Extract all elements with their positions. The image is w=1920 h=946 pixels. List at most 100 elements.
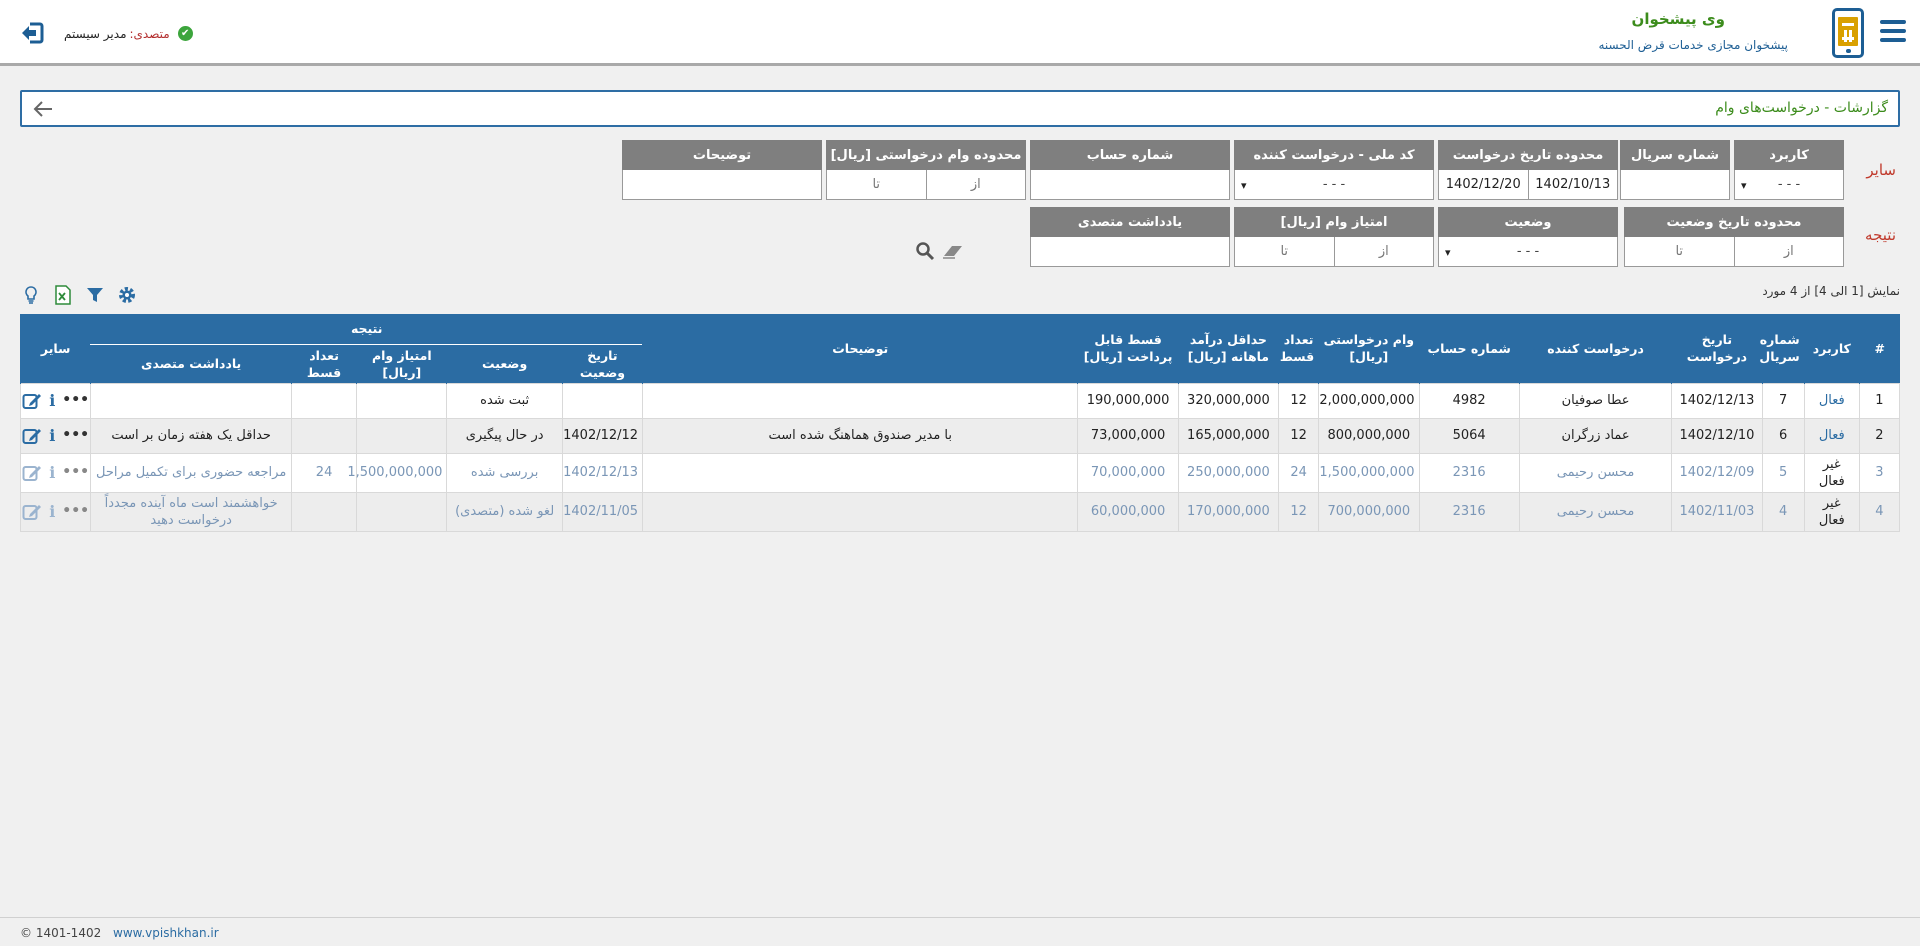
col-serial[interactable]: شماره سریال bbox=[1759, 314, 1805, 383]
row-actions-cell: ••• i bbox=[19, 452, 92, 493]
serial-input[interactable] bbox=[1621, 170, 1729, 199]
row-actions-cell: ••• i bbox=[19, 382, 92, 419]
cell-payable-installment: 190,000,000 bbox=[1077, 382, 1179, 419]
gear-icon[interactable] bbox=[116, 284, 138, 306]
filter-national-code-label: کد ملی - درخواست کننده bbox=[1234, 140, 1434, 170]
cell-result-installments bbox=[290, 382, 358, 419]
cell-index: 2 bbox=[1858, 417, 1901, 454]
table-row[interactable]: 4 غیر فعال 4 1402/11/03 محسن رحیمی 2316 700,00… bbox=[19, 491, 1901, 532]
search-icon[interactable] bbox=[914, 240, 936, 262]
table-row[interactable]: 2 فعال 6 1402/12/10 عماد زرگران 5064 800,000,0… bbox=[19, 417, 1901, 454]
national-code-select[interactable]: - - - ▾ bbox=[1235, 170, 1433, 199]
row-actions-cell: ••• i bbox=[19, 491, 92, 532]
cell-serial: 6 bbox=[1761, 417, 1805, 454]
col-requested-loan[interactable]: وام درخواستی [ریال] bbox=[1318, 314, 1419, 383]
cell-loan-score bbox=[356, 382, 448, 419]
site-link[interactable]: www.vpishkhan.ir bbox=[113, 926, 219, 940]
cell-requester: محسن رحیمی bbox=[1518, 491, 1673, 532]
col-user-type[interactable]: کاربرد bbox=[1803, 314, 1860, 383]
cell-status: در حال پیگیری bbox=[446, 417, 563, 454]
more-icon[interactable]: ••• bbox=[62, 427, 89, 444]
cell-account: 2316 bbox=[1418, 491, 1520, 532]
filter-icon[interactable] bbox=[84, 284, 106, 306]
cell-requested-loan: 800,000,000 bbox=[1318, 417, 1420, 454]
col-description[interactable]: توضیحات bbox=[642, 314, 1078, 383]
col-status-date[interactable]: تاریخ وضعیت bbox=[561, 344, 643, 383]
description-input[interactable] bbox=[623, 170, 821, 199]
cell-account: 2316 bbox=[1418, 452, 1520, 493]
edit-icon[interactable] bbox=[22, 392, 42, 410]
col-installments[interactable]: تعداد قسط bbox=[1278, 314, 1319, 383]
cell-min-income: 250,000,000 bbox=[1177, 452, 1280, 493]
cell-serial: 7 bbox=[1761, 382, 1805, 419]
excel-icon[interactable] bbox=[52, 284, 74, 306]
cell-user-type: فعال bbox=[1803, 382, 1860, 419]
info-icon[interactable]: i bbox=[49, 427, 55, 444]
filter-request-date: محدوده تاریخ درخواست 1402/10/13 1402/12/… bbox=[1438, 140, 1618, 200]
edit-icon[interactable] bbox=[22, 427, 42, 445]
more-icon[interactable]: ••• bbox=[62, 392, 89, 409]
filter-operator-note: یادداشت متصدی bbox=[1030, 207, 1230, 267]
cell-requested-loan: 2,000,000,000 bbox=[1318, 382, 1420, 419]
col-index[interactable]: # bbox=[1858, 314, 1900, 383]
cell-description bbox=[642, 382, 1079, 419]
request-date-to-input[interactable]: 1402/12/20 bbox=[1439, 170, 1528, 199]
user-type-select[interactable]: - - - ▾ bbox=[1735, 170, 1843, 199]
col-account[interactable]: شماره حساب bbox=[1418, 314, 1520, 383]
logout-icon[interactable] bbox=[20, 22, 44, 44]
info-icon[interactable]: i bbox=[49, 503, 55, 520]
col-request-date[interactable]: تاریخ درخواست bbox=[1671, 314, 1763, 383]
info-icon[interactable]: i bbox=[49, 464, 55, 481]
edit-icon[interactable] bbox=[22, 503, 42, 521]
cell-request-date: 1402/12/09 bbox=[1671, 452, 1763, 493]
copyright: © 1401-1402 bbox=[20, 926, 102, 940]
table-row[interactable]: 3 غیر فعال 5 1402/12/09 محسن رحیمی 2316 1,500,… bbox=[19, 452, 1901, 493]
col-status[interactable]: وضعیت bbox=[446, 344, 563, 383]
operator-note-input[interactable] bbox=[1031, 237, 1229, 266]
status-select[interactable]: - - - ▾ bbox=[1439, 237, 1617, 266]
cell-loan-score bbox=[356, 417, 448, 454]
user-name: مدیر سیستم bbox=[64, 26, 127, 41]
page-footer: © 1401-1402 www.vpishkhan.ir bbox=[0, 917, 1920, 946]
cell-operator-note: حداقل یک هفته زمان بر است bbox=[90, 417, 292, 454]
request-date-from-input[interactable]: 1402/10/13 bbox=[1527, 170, 1618, 199]
col-result-installments[interactable]: تعداد قسط bbox=[290, 344, 357, 383]
col-payable-installment[interactable]: قسط قابل پرداخت [ریال] bbox=[1077, 314, 1179, 383]
table-row[interactable]: 1 فعال 7 1402/12/13 عطا صوفیان 4982 2,000,000,… bbox=[19, 382, 1901, 419]
filter-actions bbox=[914, 240, 964, 262]
loan-score-to-input[interactable]: تا bbox=[1235, 237, 1334, 266]
cell-min-income: 165,000,000 bbox=[1177, 417, 1280, 454]
brand-subtitle: پیشخوان مجازی خدمات قرض الحسنه bbox=[1598, 38, 1789, 52]
cell-payable-installment: 60,000,000 bbox=[1077, 491, 1179, 532]
cell-description: با مدیر صندوق هماهنگ شده است bbox=[642, 417, 1079, 454]
more-icon[interactable]: ••• bbox=[62, 503, 89, 520]
cell-status: بررسی شده bbox=[446, 452, 563, 493]
status-date-from-input[interactable]: از bbox=[1733, 237, 1844, 266]
loan-range-from-input[interactable]: از bbox=[925, 170, 1026, 199]
col-requester[interactable]: درخواست کننده bbox=[1518, 314, 1672, 383]
edit-icon[interactable] bbox=[22, 464, 42, 482]
lightbulb-icon[interactable] bbox=[20, 284, 42, 306]
filter-request-date-label: محدوده تاریخ درخواست bbox=[1438, 140, 1618, 170]
status-date-to-input[interactable]: تا bbox=[1625, 237, 1734, 266]
eraser-icon[interactable] bbox=[942, 240, 964, 262]
national-code-value: - - - bbox=[1322, 177, 1346, 192]
cell-user-type: فعال bbox=[1803, 417, 1860, 454]
cell-payable-installment: 73,000,000 bbox=[1077, 417, 1179, 454]
col-loan-score[interactable]: امتیاز وام [ریال] bbox=[356, 344, 447, 383]
filter-account-label: شماره حساب bbox=[1030, 140, 1230, 170]
filter-section-result: نتیجه bbox=[1865, 226, 1896, 244]
page-title-bar: گزارشات - درخواست‌های وام bbox=[20, 90, 1900, 127]
col-operator-note[interactable]: یادداشت متصدی bbox=[90, 344, 292, 383]
filter-status: وضعیت - - - ▾ bbox=[1438, 207, 1618, 267]
cell-result-installments bbox=[290, 417, 358, 454]
hamburger-icon[interactable] bbox=[1880, 20, 1906, 42]
info-icon[interactable]: i bbox=[49, 392, 55, 409]
arrow-left-icon[interactable] bbox=[32, 99, 54, 119]
loan-range-to-input[interactable]: تا bbox=[827, 170, 926, 199]
col-min-income[interactable]: حداقل درآمد ماهانه [ریال] bbox=[1177, 314, 1279, 383]
account-input[interactable] bbox=[1031, 170, 1229, 199]
cell-index: 1 bbox=[1858, 382, 1901, 419]
more-icon[interactable]: ••• bbox=[62, 464, 89, 481]
loan-score-from-input[interactable]: از bbox=[1333, 237, 1434, 266]
